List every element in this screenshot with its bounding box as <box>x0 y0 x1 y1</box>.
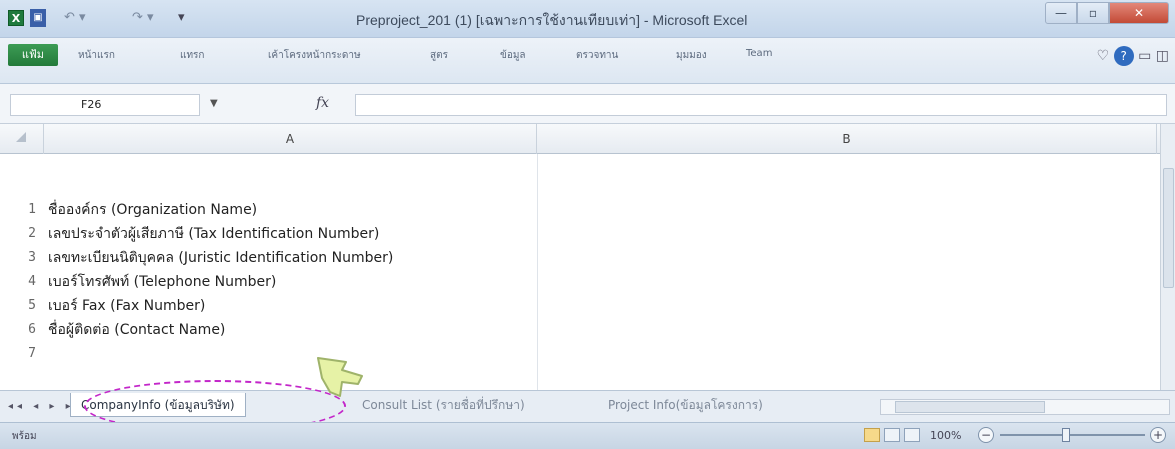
row-header[interactable]: 2 <box>0 222 36 246</box>
customize-qat-chevron-icon[interactable]: ▾ <box>178 9 192 27</box>
name-box[interactable]: F26 <box>10 94 200 116</box>
file-tab[interactable]: แฟ้ม <box>8 44 58 66</box>
tab-review[interactable]: ตรวจทาน <box>576 48 618 63</box>
row-header[interactable]: 5 <box>0 294 36 318</box>
tab-view[interactable]: มุมมอง <box>676 48 707 63</box>
table-row: 5 เบอร์ Fax (Fax Number) <box>0 294 1160 318</box>
maximize-button[interactable]: ▫ <box>1077 2 1109 24</box>
window-title: Preproject_201 (1) [เฉพาะการใช้งานเทียบเ… <box>356 12 748 28</box>
hand-pointer-icon <box>317 357 363 397</box>
cell-a1[interactable]: ชื่อองค์กร (Organization Name) <box>48 198 257 222</box>
formula-bar: F26 ▼ fx <box>0 84 1175 124</box>
sheet-tab-project-info[interactable]: Project Info(ข้อมูลโครงการ) <box>598 393 773 417</box>
zoom-slider[interactable] <box>1000 434 1145 436</box>
row-header[interactable]: 6 <box>0 318 36 342</box>
restore-window-icon[interactable]: ◫ <box>1156 48 1169 64</box>
status-ready: พร้อม <box>12 431 37 442</box>
zoom-level[interactable]: 100% <box>930 429 961 442</box>
select-all-button[interactable] <box>0 124 44 154</box>
zoom-slider-thumb[interactable] <box>1062 428 1070 442</box>
vertical-scrollbar[interactable] <box>1160 124 1175 390</box>
table-row: 6 ชื่อผู้ติดต่อ (Contact Name) <box>0 318 1160 342</box>
vertical-scroll-thumb[interactable] <box>1163 168 1174 288</box>
column-header-b[interactable]: B <box>537 124 1157 154</box>
table-row: 3 เลขทะเบียนนิติบุคคล (Juristic Identifi… <box>0 246 1160 270</box>
cell-a4[interactable]: เบอร์โทรศัพท์ (Telephone Number) <box>48 270 276 294</box>
zoom-in-button[interactable]: + <box>1150 427 1166 443</box>
row-header[interactable]: 3 <box>0 246 36 270</box>
column-header-a[interactable]: A <box>44 124 537 154</box>
help-icon[interactable]: ? <box>1113 46 1134 66</box>
page-layout-view-button[interactable] <box>884 428 900 442</box>
horizontal-scrollbar[interactable] <box>880 399 1170 415</box>
cell-a5[interactable]: เบอร์ Fax (Fax Number) <box>48 294 205 318</box>
excel-app-icon[interactable]: X <box>8 10 24 26</box>
table-row: 7 <box>0 342 1160 366</box>
restore-workbook-icon[interactable]: ▭ <box>1138 48 1151 64</box>
horizontal-scroll-thumb[interactable] <box>895 401 1045 413</box>
tab-data[interactable]: ข้อมูล <box>500 48 526 63</box>
row-header[interactable]: 1 <box>0 198 36 222</box>
ribbon: แฟ้ม หน้าแรก แทรก เค้าโครงหน้ากระดาษ สูต… <box>0 38 1175 84</box>
tab-insert[interactable]: แทรก <box>180 48 204 63</box>
close-button[interactable]: ✕ <box>1109 2 1169 24</box>
title-bar: X ▣ ↶ ▾ ↷ ▾ ▾ Preproject_201 (1) [เฉพาะก… <box>0 0 1175 38</box>
ribbon-right-controls: ♡ ? ▭ ◫ <box>1097 46 1169 66</box>
page-break-view-button[interactable] <box>904 428 920 442</box>
column-headers: A B <box>0 124 1175 154</box>
formula-input[interactable] <box>355 94 1167 116</box>
table-row: 2 เลขประจำตัวผู้เสียภาษี (Tax Identifica… <box>0 222 1160 246</box>
status-bar: พร้อม 100% − + <box>0 422 1175 449</box>
table-row: 4 เบอร์โทรศัพท์ (Telephone Number) <box>0 270 1160 294</box>
zoom-out-button[interactable]: − <box>978 427 994 443</box>
tab-formulas[interactable]: สูตร <box>430 48 448 63</box>
cell-a3[interactable]: เลขทะเบียนนิติบุคคล (Juristic Identifica… <box>48 246 393 270</box>
row-header[interactable]: 7 <box>0 342 36 366</box>
tab-team[interactable]: Team <box>746 48 772 59</box>
ribbon-collapse-icon[interactable]: ♡ <box>1097 48 1110 64</box>
minimize-button[interactable]: — <box>1045 2 1077 24</box>
save-icon[interactable]: ▣ <box>30 9 46 27</box>
redo-icon[interactable]: ↷ ▾ <box>132 9 172 27</box>
sheet-tab-consult-list[interactable]: Consult List (รายชื่อที่ปรึกษา) <box>352 393 535 417</box>
tab-home[interactable]: หน้าแรก <box>78 48 115 63</box>
cell-a6[interactable]: ชื่อผู้ติดต่อ (Contact Name) <box>48 318 225 342</box>
worksheet-grid[interactable]: 1 ชื่อองค์กร (Organization Name) 2 เลขปร… <box>0 154 1160 390</box>
normal-view-button[interactable] <box>864 428 880 442</box>
table-row: 1 ชื่อองค์กร (Organization Name) <box>0 198 1160 222</box>
undo-icon[interactable]: ↶ ▾ <box>64 9 104 27</box>
insert-function-icon[interactable]: fx <box>316 95 329 111</box>
row-header[interactable]: 4 <box>0 270 36 294</box>
name-box-dropdown-icon[interactable]: ▼ <box>210 98 218 109</box>
tab-page-layout[interactable]: เค้าโครงหน้ากระดาษ <box>268 48 361 63</box>
cell-a2[interactable]: เลขประจำตัวผู้เสียภาษี (Tax Identificati… <box>48 222 379 246</box>
